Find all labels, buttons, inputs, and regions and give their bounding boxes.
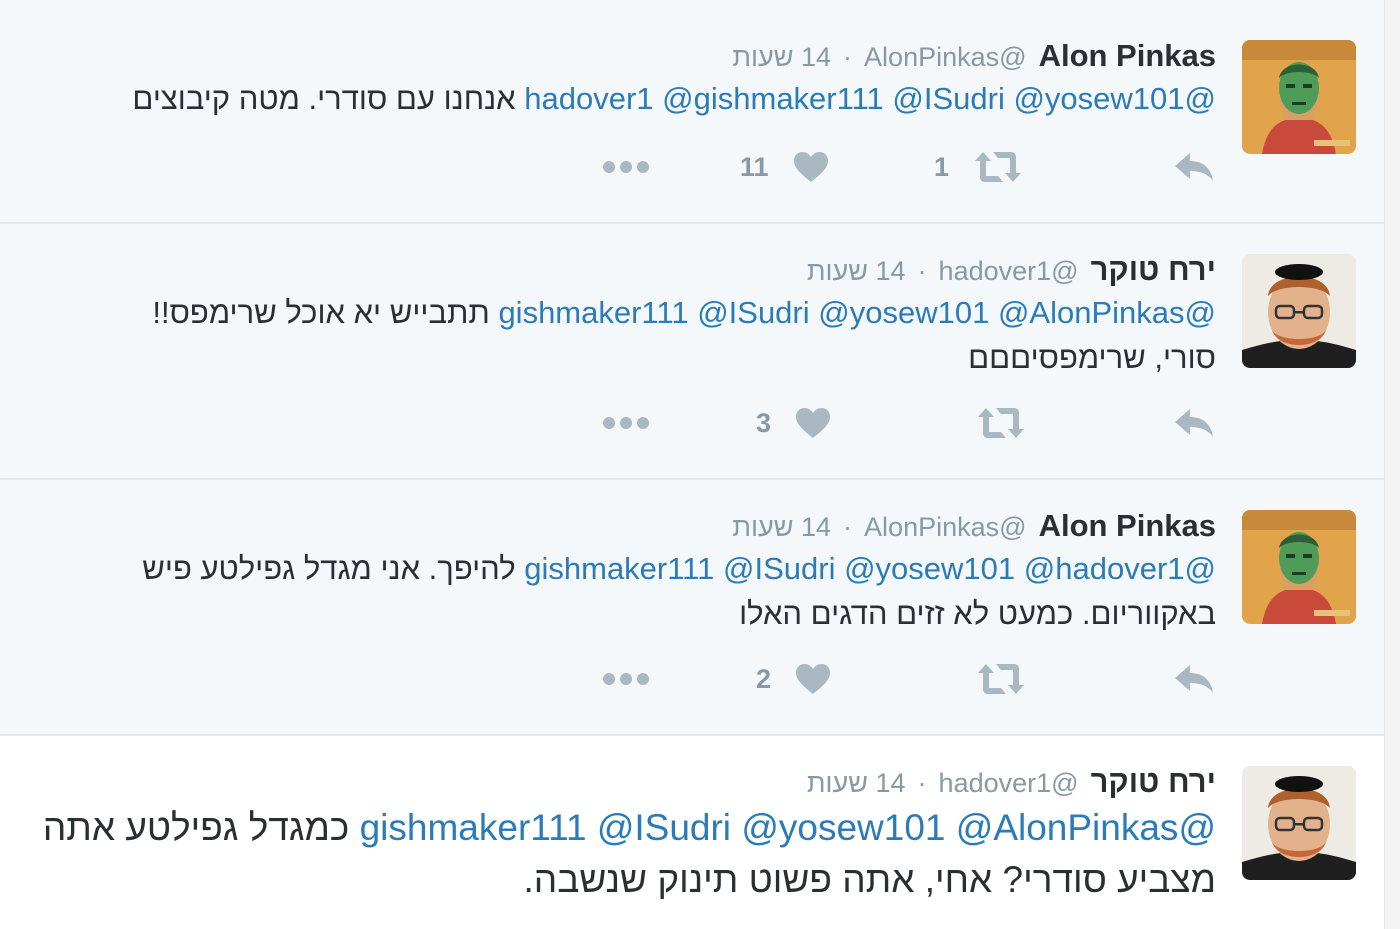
tweet-text-segment: מצביע סודרי? אחי, אתה פשוט תינוק שנשבה.	[523, 859, 1217, 900]
retweet-button[interactable]	[976, 398, 1026, 448]
like-button[interactable]: 2	[756, 654, 831, 704]
mention-link[interactable]: @AlonPinkas	[956, 807, 1179, 848]
heart-icon	[796, 664, 831, 694]
reply-icon	[1175, 665, 1213, 693]
tweet-actions: 3	[0, 398, 1384, 448]
tweet-text-segment: אנחנו עם סודרי. מטה קיבוצים	[132, 81, 525, 116]
retweet-button[interactable]	[976, 654, 1026, 704]
tweet-text: @gishmaker111 @ISudri @yosew101 @hadover…	[142, 546, 1216, 636]
mention-link[interactable]: @ISudri	[697, 295, 809, 330]
tweet[interactable]: ירח טוקר @hadover1 · 14 שעות @gishmaker1…	[0, 224, 1384, 480]
avatar-icon	[1242, 40, 1356, 154]
author-fullname[interactable]: ירח טוקר	[1091, 252, 1216, 288]
author-fullname[interactable]: Alon Pinkas	[1039, 38, 1216, 74]
more-dots-icon	[603, 161, 649, 173]
scrollbar[interactable]	[1384, 0, 1400, 929]
tweet-timestamp[interactable]: 14 שעות	[807, 256, 906, 287]
tweet-text: @gishmaker111 @ISudri @yosew101 @AlonPin…	[152, 290, 1216, 380]
like-button[interactable]: 11	[740, 142, 829, 192]
tweet[interactable]: ירח טוקר @hadover1 · 14 שעות @gishmaker1…	[0, 736, 1384, 929]
more-dots-icon	[603, 673, 649, 685]
author-username[interactable]: @hadover1	[939, 256, 1079, 287]
like-count: 11	[740, 151, 769, 182]
tweet-text-segment: כמגדל גפילטע אתה	[42, 807, 360, 848]
tweet-header: Alon Pinkas @AlonPinkas · 14 שעות	[732, 508, 1216, 548]
tweet-text-segment	[689, 295, 698, 330]
avatar[interactable]	[1242, 254, 1356, 368]
tweet-text-segment	[835, 551, 844, 586]
mention-link[interactable]: @yosew101	[844, 551, 1015, 586]
reply-icon	[1175, 153, 1213, 181]
mention-link[interactable]: @yosew101	[1013, 81, 1184, 116]
avatar-icon	[1242, 766, 1356, 880]
tweet-text-segment	[714, 551, 723, 586]
tweet-text-segment	[587, 807, 597, 848]
header-separator: ·	[917, 768, 927, 798]
more-dots-icon	[603, 417, 649, 429]
retweet-count: 1	[934, 151, 950, 182]
tweet[interactable]: Alon Pinkas @AlonPinkas · 14 שעות @gishm…	[0, 480, 1384, 736]
reply-button[interactable]	[1173, 398, 1215, 448]
avatar[interactable]	[1242, 766, 1356, 880]
tweet-text-segment: להיפך. אני מגדל גפילטע פיש	[142, 551, 525, 586]
header-separator: ·	[917, 256, 927, 286]
retweet-icon	[975, 152, 1022, 182]
mention-link[interactable]: @gishmaker111	[662, 81, 884, 116]
heart-icon	[793, 152, 828, 182]
mention-link[interactable]: @AlonPinkas	[998, 295, 1185, 330]
like-button[interactable]: 3	[756, 398, 831, 448]
retweet-icon	[978, 408, 1024, 438]
tweet-text: @gishmaker111 @ISudri @yosew101 @AlonPin…	[43, 802, 1216, 906]
header-separator: ·	[843, 42, 853, 72]
tweet-text-segment	[945, 807, 955, 848]
tweet-text-segment	[731, 807, 741, 848]
mention-link[interactable]: @hadover1	[1024, 551, 1185, 586]
tweet-actions: 1 11	[0, 142, 1384, 192]
mention-link[interactable]: @yosew101	[741, 807, 945, 848]
mention-link[interactable]: @ISudri	[892, 81, 1004, 116]
author-fullname[interactable]: Alon Pinkas	[1039, 508, 1216, 544]
tweet-text-segment	[810, 295, 819, 330]
mention-link[interactable]: @ISudri	[723, 551, 835, 586]
tweet-text-segment: תתבייש יא אוכל שרימפס!!	[152, 295, 499, 330]
tweet-timeline: Alon Pinkas @AlonPinkas · 14 שעות @hadov…	[0, 0, 1384, 929]
tweet-text-segment: באקווריום. כמעט לא זזים הדגים האלו	[739, 596, 1216, 631]
avatar-icon	[1242, 510, 1356, 624]
avatar[interactable]	[1242, 40, 1356, 154]
tweet-header: ירח טוקר @hadover1 · 14 שעות	[807, 764, 1216, 804]
retweet-icon	[978, 664, 1024, 694]
tweet-timestamp[interactable]: 14 שעות	[807, 768, 906, 799]
more-options-button[interactable]	[602, 654, 650, 704]
avatar-icon	[1242, 254, 1356, 368]
tweet-text-segment	[1015, 551, 1024, 586]
retweet-button[interactable]: 1	[934, 142, 1023, 192]
tweet-header: Alon Pinkas @AlonPinkas · 14 שעות	[732, 38, 1216, 78]
tweet-actions: 2	[0, 654, 1384, 704]
more-options-button[interactable]	[602, 398, 650, 448]
tweet[interactable]: Alon Pinkas @AlonPinkas · 14 שעות @hadov…	[0, 0, 1384, 224]
author-fullname[interactable]: ירח טוקר	[1091, 764, 1216, 800]
tweet-text: @hadover1 @gishmaker111 @ISudri @yosew10…	[132, 76, 1216, 121]
tweet-timestamp[interactable]: 14 שעות	[732, 512, 831, 543]
reply-button[interactable]	[1173, 142, 1215, 192]
author-username[interactable]: @AlonPinkas	[864, 512, 1027, 543]
tweet-header: ירח טוקר @hadover1 · 14 שעות	[807, 252, 1216, 292]
reply-icon	[1175, 409, 1213, 437]
tweet-text-segment	[654, 81, 663, 116]
header-separator: ·	[843, 512, 853, 542]
heart-icon	[796, 408, 831, 438]
tweet-text-segment: סורי, שרימפסיםםם	[968, 340, 1216, 375]
like-count: 3	[756, 407, 772, 438]
author-username[interactable]: @AlonPinkas	[864, 42, 1027, 73]
avatar[interactable]	[1242, 510, 1356, 624]
author-username[interactable]: @hadover1	[939, 768, 1079, 799]
mention-link[interactable]: @yosew101	[818, 295, 989, 330]
like-count: 2	[756, 663, 772, 694]
reply-button[interactable]	[1173, 654, 1215, 704]
tweet-text-segment	[989, 295, 998, 330]
mention-link[interactable]: @ISudri	[597, 807, 731, 848]
more-options-button[interactable]	[602, 142, 650, 192]
tweet-timestamp[interactable]: 14 שעות	[732, 42, 831, 73]
